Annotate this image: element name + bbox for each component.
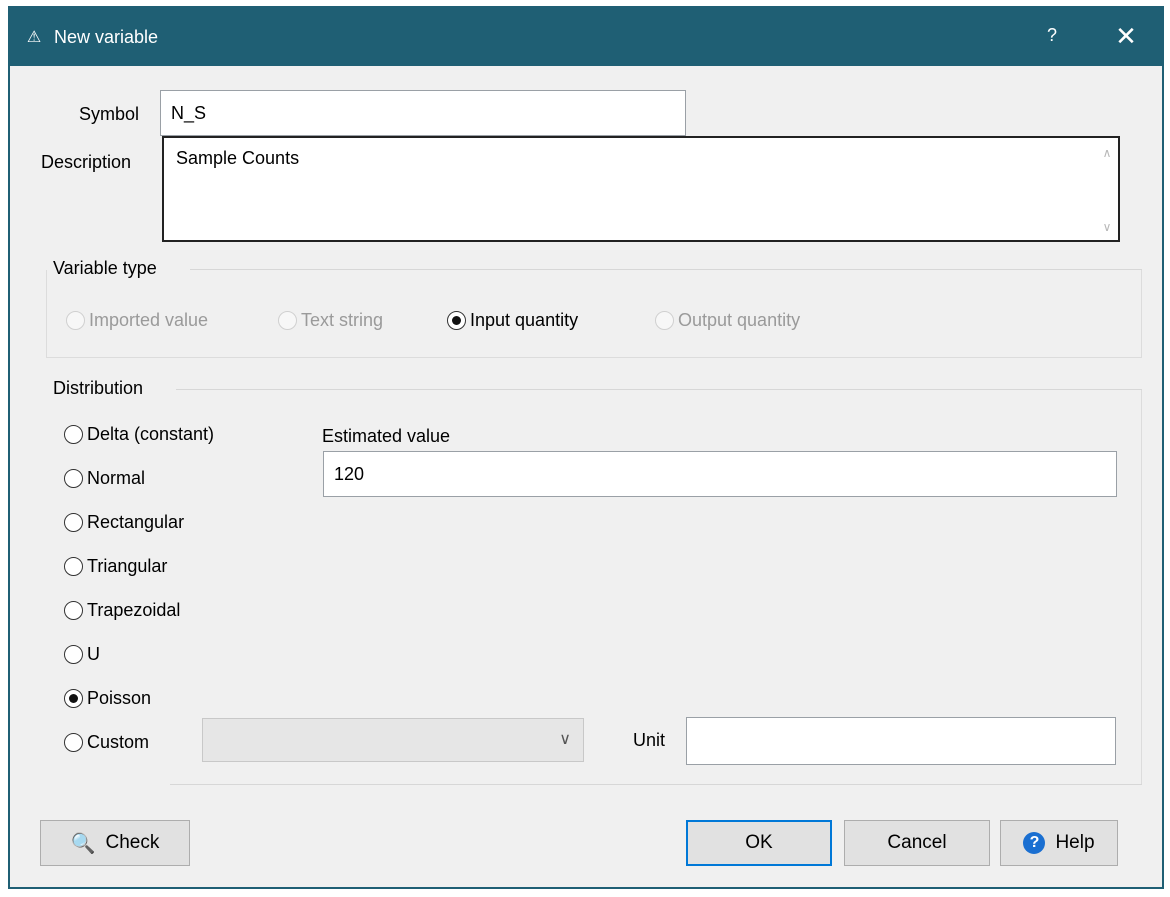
radio-output-quantity-label: Output quantity [678,309,801,330]
variable-type-group [46,270,1142,358]
radio-u[interactable]: U [64,640,100,668]
radio-imported-value[interactable]: Imported value [66,306,208,334]
distribution-title: Distribution [53,378,144,398]
magnifier-icon: 🔍 [70,832,96,855]
description-value: Sample Counts [176,148,300,168]
title-help-button[interactable]: ? [1040,25,1064,46]
radio-text-string[interactable]: Text string [278,306,383,334]
cancel-button-label: Cancel [887,832,947,853]
radio-trapezoidal[interactable]: Trapezoidal [64,596,180,624]
radio-imported-value-label: Imported value [89,309,209,330]
ok-button-label: OK [745,832,773,853]
radio-delta-circle [64,424,83,444]
radio-rectangular[interactable]: Rectangular [64,508,184,536]
scroll-up-icon[interactable]: ∧ [1098,146,1116,160]
symbol-input-value: N_S [171,102,207,123]
radio-custom-circle [64,732,83,752]
custom-distribution-select[interactable]: ∨ [202,718,584,762]
estimated-value-input[interactable]: 120 [323,451,1117,497]
app-icon: ⚠ [26,29,42,46]
radio-triangular[interactable]: Triangular [64,552,167,580]
description-label: Description [41,152,132,172]
radio-rectangular-label: Rectangular [87,511,185,532]
radio-output-quantity[interactable]: Output quantity [655,306,800,334]
check-button[interactable]: 🔍 Check [40,820,190,866]
radio-u-label: U [87,643,100,664]
radio-poisson[interactable]: Poisson [64,684,151,712]
symbol-label: Symbol [79,104,140,124]
unit-input[interactable] [686,717,1116,765]
scroll-down-icon[interactable]: ∨ [1098,220,1116,234]
radio-custom-label: Custom [87,731,150,752]
radio-output-quantity-circle [655,310,674,330]
radio-poisson-label: Poisson [87,687,152,708]
radio-normal-circle [64,468,83,488]
radio-imported-value-circle [66,310,85,330]
new-variable-dialog: ⚠ New variable ? ✕ Symbol N_S Descriptio… [8,6,1164,889]
check-button-label: Check [105,832,160,853]
cancel-button[interactable]: Cancel [844,820,990,866]
radio-trapezoidal-circle [64,600,83,620]
radio-text-string-label: Text string [301,309,384,330]
radio-input-quantity[interactable]: Input quantity [447,306,578,334]
unit-label: Unit [633,730,666,750]
radio-text-string-circle [278,310,297,330]
radio-trapezoidal-label: Trapezoidal [87,599,181,620]
help-button-label: Help [1055,832,1095,853]
help-button[interactable]: ? Help [1000,820,1118,866]
radio-rectangular-circle [64,512,83,532]
radio-u-circle [64,644,83,664]
radio-triangular-circle [64,556,83,576]
ok-button[interactable]: OK [686,820,832,866]
radio-custom[interactable]: Custom [64,728,149,756]
chevron-down-icon: ∨ [559,731,571,748]
description-textarea[interactable]: Sample Counts ∧ ∨ [162,136,1120,242]
estimated-value-text: 120 [334,463,365,484]
estimated-value-label: Estimated value [322,426,451,446]
radio-delta-label: Delta (constant) [87,423,215,444]
radio-delta[interactable]: Delta (constant) [64,420,214,448]
description-scrollbar[interactable]: ∧ ∨ [1098,140,1116,238]
distribution-bottom-line [170,784,1142,785]
radio-normal-label: Normal [87,467,146,488]
window-title: New variable [54,27,159,47]
radio-input-quantity-label: Input quantity [470,309,579,330]
radio-poisson-circle [64,688,83,708]
help-circle-icon: ? [1023,832,1046,854]
radio-normal[interactable]: Normal [64,464,145,492]
close-button[interactable]: ✕ [1106,20,1146,52]
title-bar[interactable]: ⚠ New variable ? ✕ [10,8,1162,66]
symbol-input[interactable]: N_S [160,90,686,136]
radio-triangular-label: Triangular [87,555,168,576]
radio-input-quantity-circle [447,310,466,330]
